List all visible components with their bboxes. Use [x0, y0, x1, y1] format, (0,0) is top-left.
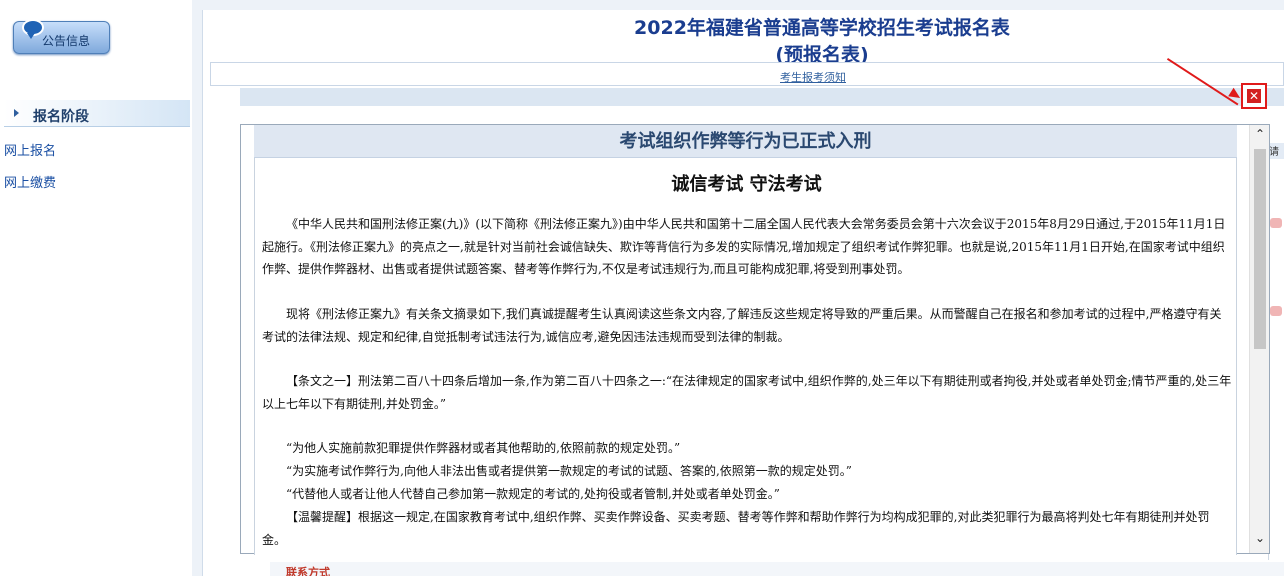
form-header-strip: [240, 88, 1284, 106]
paragraph: 【温馨提醒】根据这一规定,在国家教育考试中,组织作弊、买卖作弊设备、买卖考题、替…: [262, 510, 1210, 547]
page-title: 2022年福建省普通高等学校招生考试报名表: [634, 17, 1010, 39]
exam-notice-link[interactable]: 考生报考须知: [780, 69, 846, 85]
sidebar: 公告信息 报名阶段 网上报名 网上缴费: [0, 0, 192, 576]
scrollbar-thumb[interactable]: [1254, 149, 1266, 349]
dialog-header: 考试组织作弊等行为已正式入刑: [254, 125, 1237, 158]
paragraph: “为实施考试作弊行为,向他人非法出售或者提供第一款规定的考试的试题、答案的,依照…: [286, 464, 852, 478]
arrow-right-icon: [14, 109, 19, 117]
close-button[interactable]: ✕: [1241, 83, 1267, 109]
sidebar-stage-label: 报名阶段: [33, 109, 89, 125]
background-section: 联系方式: [270, 562, 1284, 576]
sidebar-item-online-registration[interactable]: 网上报名: [4, 140, 56, 159]
paragraph: 《中华人民共和国刑法修正案(九)》(以下简称《刑法修正案九》)由中华人民共和国第…: [262, 217, 1226, 277]
chevron-down-icon[interactable]: ⌄: [1250, 529, 1270, 547]
notice-row: [210, 62, 1284, 86]
dialog-scroll-area[interactable]: 考试组织作弊等行为已正式入刑 诚信考试 守法考试 《中华人民共和国刑法修正案(九…: [254, 125, 1237, 555]
dialog-content: 诚信考试 守法考试 《中华人民共和国刑法修正案(九)》(以下简称《刑法修正案九》…: [254, 158, 1237, 555]
sidebar-item-online-payment[interactable]: 网上缴费: [4, 172, 56, 191]
paragraph: 【条文之一】刑法第二百八十四条后增加一条,作为第二百八十四条之一:“在法律规定的…: [262, 374, 1232, 411]
background-section-title: 联系方式: [286, 566, 330, 576]
paragraph: “为他人实施前款犯罪提供作弊器材或者其他帮助的,依照前款的规定处罚。”: [286, 441, 681, 455]
background-form-edge: 请: [1268, 140, 1284, 560]
dialog-subtitle: 诚信考试 守法考试: [671, 174, 822, 195]
vertical-scrollbar[interactable]: ⌃ ⌄: [1249, 125, 1269, 553]
close-icon: ✕: [1247, 89, 1261, 103]
paragraph: 现将《刑法修正案九》有关条文摘录如下,我们真诚提醒考生认真阅读这些条文内容,了解…: [262, 307, 1222, 344]
required-mark: [1270, 306, 1282, 316]
dialog-title: 考试组织作弊等行为已正式入刑: [619, 131, 872, 152]
paragraph: “代替他人或者让他人代替自己参加第一款规定的考试的,处拘役或者管制,并处或者单处…: [286, 487, 780, 501]
exam-integrity-dialog: 考试组织作弊等行为已正式入刑 诚信考试 守法考试 《中华人民共和国刑法修正案(九…: [240, 124, 1270, 555]
sidebar-stage-header[interactable]: 报名阶段: [4, 100, 190, 127]
chevron-up-icon[interactable]: ⌃: [1250, 125, 1270, 143]
required-mark: [1270, 218, 1282, 228]
background-form-header: 请: [1269, 143, 1284, 159]
